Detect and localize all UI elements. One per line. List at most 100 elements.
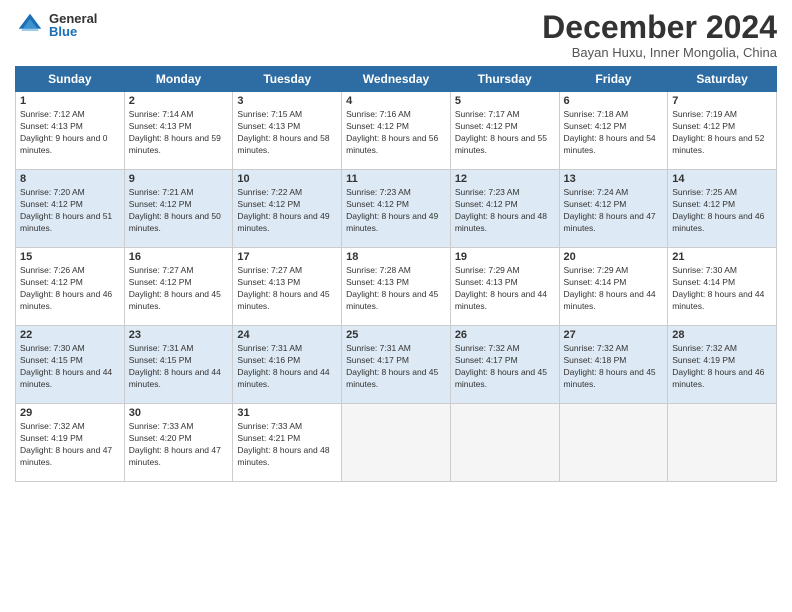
- table-cell: [450, 404, 559, 482]
- day-info: Sunrise: 7:14 AMSunset: 4:13 PMDaylight:…: [129, 109, 229, 157]
- table-cell: [668, 404, 777, 482]
- table-cell: 30 Sunrise: 7:33 AMSunset: 4:20 PMDayligh…: [124, 404, 233, 482]
- table-cell: 28Sunrise: 7:32 AMSunset: 4:19 PMDayligh…: [668, 326, 777, 404]
- day-info: Sunrise: 7:32 AMSunset: 4:18 PMDaylight:…: [564, 343, 664, 391]
- day-number: 22: [20, 329, 120, 341]
- day-info: Sunrise: 7:29 AMSunset: 4:13 PMDaylight:…: [455, 265, 555, 313]
- calendar-row: 15 Sunrise: 7:26 AMSunset: 4:12 PMDayligh…: [16, 248, 777, 326]
- table-cell: [342, 404, 451, 482]
- table-cell: 12Sunrise: 7:23 AMSunset: 4:12 PMDayligh…: [450, 170, 559, 248]
- day-number: 3: [237, 95, 337, 107]
- day-info: Sunrise: 7:26 AMSunset: 4:12 PMDaylight:…: [20, 265, 120, 313]
- table-cell: 27Sunrise: 7:32 AMSunset: 4:18 PMDayligh…: [559, 326, 668, 404]
- day-number: 20: [564, 251, 664, 263]
- day-info: Sunrise: 7:32 AMSunset: 4:17 PMDaylight:…: [455, 343, 555, 391]
- day-info: Sunrise: 7:17 AMSunset: 4:12 PMDaylight:…: [455, 109, 555, 157]
- col-sunday: Sunday: [16, 67, 125, 92]
- logo: General Blue: [15, 10, 97, 40]
- day-number: 5: [455, 95, 555, 107]
- day-number: 10: [237, 173, 337, 185]
- day-number: 31: [237, 407, 337, 419]
- table-cell: 20 Sunrise: 7:29 AMSunset: 4:14 PMDayligh…: [559, 248, 668, 326]
- table-cell: 8Sunrise: 7:20 AMSunset: 4:12 PMDaylight…: [16, 170, 125, 248]
- table-cell: 13Sunrise: 7:24 AMSunset: 4:12 PMDayligh…: [559, 170, 668, 248]
- table-cell: 18 Sunrise: 7:28 AMSunset: 4:13 PMDayligh…: [342, 248, 451, 326]
- table-cell: [559, 404, 668, 482]
- table-cell: 24 Sunrise: 7:31 AMSunset: 4:16 PMDayligh…: [233, 326, 342, 404]
- day-info: Sunrise: 7:21 AMSunset: 4:12 PMDaylight:…: [129, 187, 229, 235]
- day-number: 23: [129, 329, 229, 341]
- day-number: 30: [129, 407, 229, 419]
- day-info: Sunrise: 7:30 AMSunset: 4:15 PMDaylight:…: [20, 343, 120, 391]
- day-info: Sunrise: 7:28 AMSunset: 4:13 PMDaylight:…: [346, 265, 446, 313]
- day-info: Sunrise: 7:29 AMSunset: 4:14 PMDaylight:…: [564, 265, 664, 313]
- calendar-row: 1 Sunrise: 7:12 AMSunset: 4:13 PMDaylight…: [16, 92, 777, 170]
- day-number: 9: [129, 173, 229, 185]
- table-cell: 10 Sunrise: 7:22 AMSunset: 4:12 PMDayligh…: [233, 170, 342, 248]
- calendar-table: Sunday Monday Tuesday Wednesday Thursday…: [15, 66, 777, 482]
- day-info: Sunrise: 7:23 AMSunset: 4:12 PMDaylight:…: [346, 187, 446, 235]
- table-cell: 17Sunrise: 7:27 AMSunset: 4:13 PMDayligh…: [233, 248, 342, 326]
- table-cell: 2 Sunrise: 7:14 AMSunset: 4:13 PMDaylight…: [124, 92, 233, 170]
- day-info: Sunrise: 7:30 AMSunset: 4:14 PMDaylight:…: [672, 265, 772, 313]
- day-number: 26: [455, 329, 555, 341]
- table-cell: 6 Sunrise: 7:18 AMSunset: 4:12 PMDaylight…: [559, 92, 668, 170]
- subtitle: Bayan Huxu, Inner Mongolia, China: [542, 45, 777, 60]
- table-cell: 26 Sunrise: 7:32 AMSunset: 4:17 PMDayligh…: [450, 326, 559, 404]
- day-info: Sunrise: 7:31 AMSunset: 4:16 PMDaylight:…: [237, 343, 337, 391]
- day-number: 2: [129, 95, 229, 107]
- day-number: 19: [455, 251, 555, 263]
- calendar-row: 22 Sunrise: 7:30 AMSunset: 4:15 PMDayligh…: [16, 326, 777, 404]
- day-number: 8: [20, 173, 120, 185]
- table-cell: 19 Sunrise: 7:29 AMSunset: 4:13 PMDayligh…: [450, 248, 559, 326]
- table-cell: 3 Sunrise: 7:15 AMSunset: 4:13 PMDaylight…: [233, 92, 342, 170]
- day-number: 25: [346, 329, 446, 341]
- day-info: Sunrise: 7:16 AMSunset: 4:12 PMDaylight:…: [346, 109, 446, 157]
- day-number: 6: [564, 95, 664, 107]
- table-cell: 16 Sunrise: 7:27 AMSunset: 4:12 PMDayligh…: [124, 248, 233, 326]
- day-number: 24: [237, 329, 337, 341]
- logo-icon: [15, 10, 45, 40]
- day-info: Sunrise: 7:15 AMSunset: 4:13 PMDaylight:…: [237, 109, 337, 157]
- table-cell: 7 Sunrise: 7:19 AMSunset: 4:12 PMDaylight…: [668, 92, 777, 170]
- table-cell: 5 Sunrise: 7:17 AMSunset: 4:12 PMDaylight…: [450, 92, 559, 170]
- day-number: 21: [672, 251, 772, 263]
- table-cell: 9 Sunrise: 7:21 AMSunset: 4:12 PMDaylight…: [124, 170, 233, 248]
- table-cell: 23 Sunrise: 7:31 AMSunset: 4:15 PMDayligh…: [124, 326, 233, 404]
- col-friday: Friday: [559, 67, 668, 92]
- day-info: Sunrise: 7:23 AMSunset: 4:12 PMDaylight:…: [455, 187, 555, 235]
- table-cell: 31Sunrise: 7:33 AMSunset: 4:21 PMDayligh…: [233, 404, 342, 482]
- day-info: Sunrise: 7:22 AMSunset: 4:12 PMDaylight:…: [237, 187, 337, 235]
- day-info: Sunrise: 7:27 AMSunset: 4:12 PMDaylight:…: [129, 265, 229, 313]
- month-title: December 2024: [542, 10, 777, 45]
- day-info: Sunrise: 7:31 AMSunset: 4:15 PMDaylight:…: [129, 343, 229, 391]
- day-info: Sunrise: 7:32 AMSunset: 4:19 PMDaylight:…: [20, 421, 120, 469]
- day-number: 1: [20, 95, 120, 107]
- col-monday: Monday: [124, 67, 233, 92]
- day-info: Sunrise: 7:18 AMSunset: 4:12 PMDaylight:…: [564, 109, 664, 157]
- col-saturday: Saturday: [668, 67, 777, 92]
- day-number: 15: [20, 251, 120, 263]
- table-cell: 4 Sunrise: 7:16 AMSunset: 4:12 PMDaylight…: [342, 92, 451, 170]
- day-info: Sunrise: 7:33 AMSunset: 4:20 PMDaylight:…: [129, 421, 229, 469]
- day-info: Sunrise: 7:27 AMSunset: 4:13 PMDaylight:…: [237, 265, 337, 313]
- table-cell: 25Sunrise: 7:31 AMSunset: 4:17 PMDayligh…: [342, 326, 451, 404]
- calendar-row: 8Sunrise: 7:20 AMSunset: 4:12 PMDaylight…: [16, 170, 777, 248]
- day-number: 18: [346, 251, 446, 263]
- col-tuesday: Tuesday: [233, 67, 342, 92]
- day-number: 16: [129, 251, 229, 263]
- table-cell: 11Sunrise: 7:23 AMSunset: 4:12 PMDayligh…: [342, 170, 451, 248]
- day-info: Sunrise: 7:32 AMSunset: 4:19 PMDaylight:…: [672, 343, 772, 391]
- day-info: Sunrise: 7:19 AMSunset: 4:12 PMDaylight:…: [672, 109, 772, 157]
- title-section: December 2024 Bayan Huxu, Inner Mongolia…: [542, 10, 777, 60]
- day-number: 13: [564, 173, 664, 185]
- calendar-row: 29Sunrise: 7:32 AMSunset: 4:19 PMDayligh…: [16, 404, 777, 482]
- day-info: Sunrise: 7:12 AMSunset: 4:13 PMDaylight:…: [20, 109, 120, 157]
- day-info: Sunrise: 7:25 AMSunset: 4:12 PMDaylight:…: [672, 187, 772, 235]
- table-cell: 21 Sunrise: 7:30 AMSunset: 4:14 PMDayligh…: [668, 248, 777, 326]
- day-number: 7: [672, 95, 772, 107]
- col-wednesday: Wednesday: [342, 67, 451, 92]
- logo-blue-text: Blue: [49, 25, 97, 38]
- header: General Blue December 2024 Bayan Huxu, I…: [15, 10, 777, 60]
- day-number: 4: [346, 95, 446, 107]
